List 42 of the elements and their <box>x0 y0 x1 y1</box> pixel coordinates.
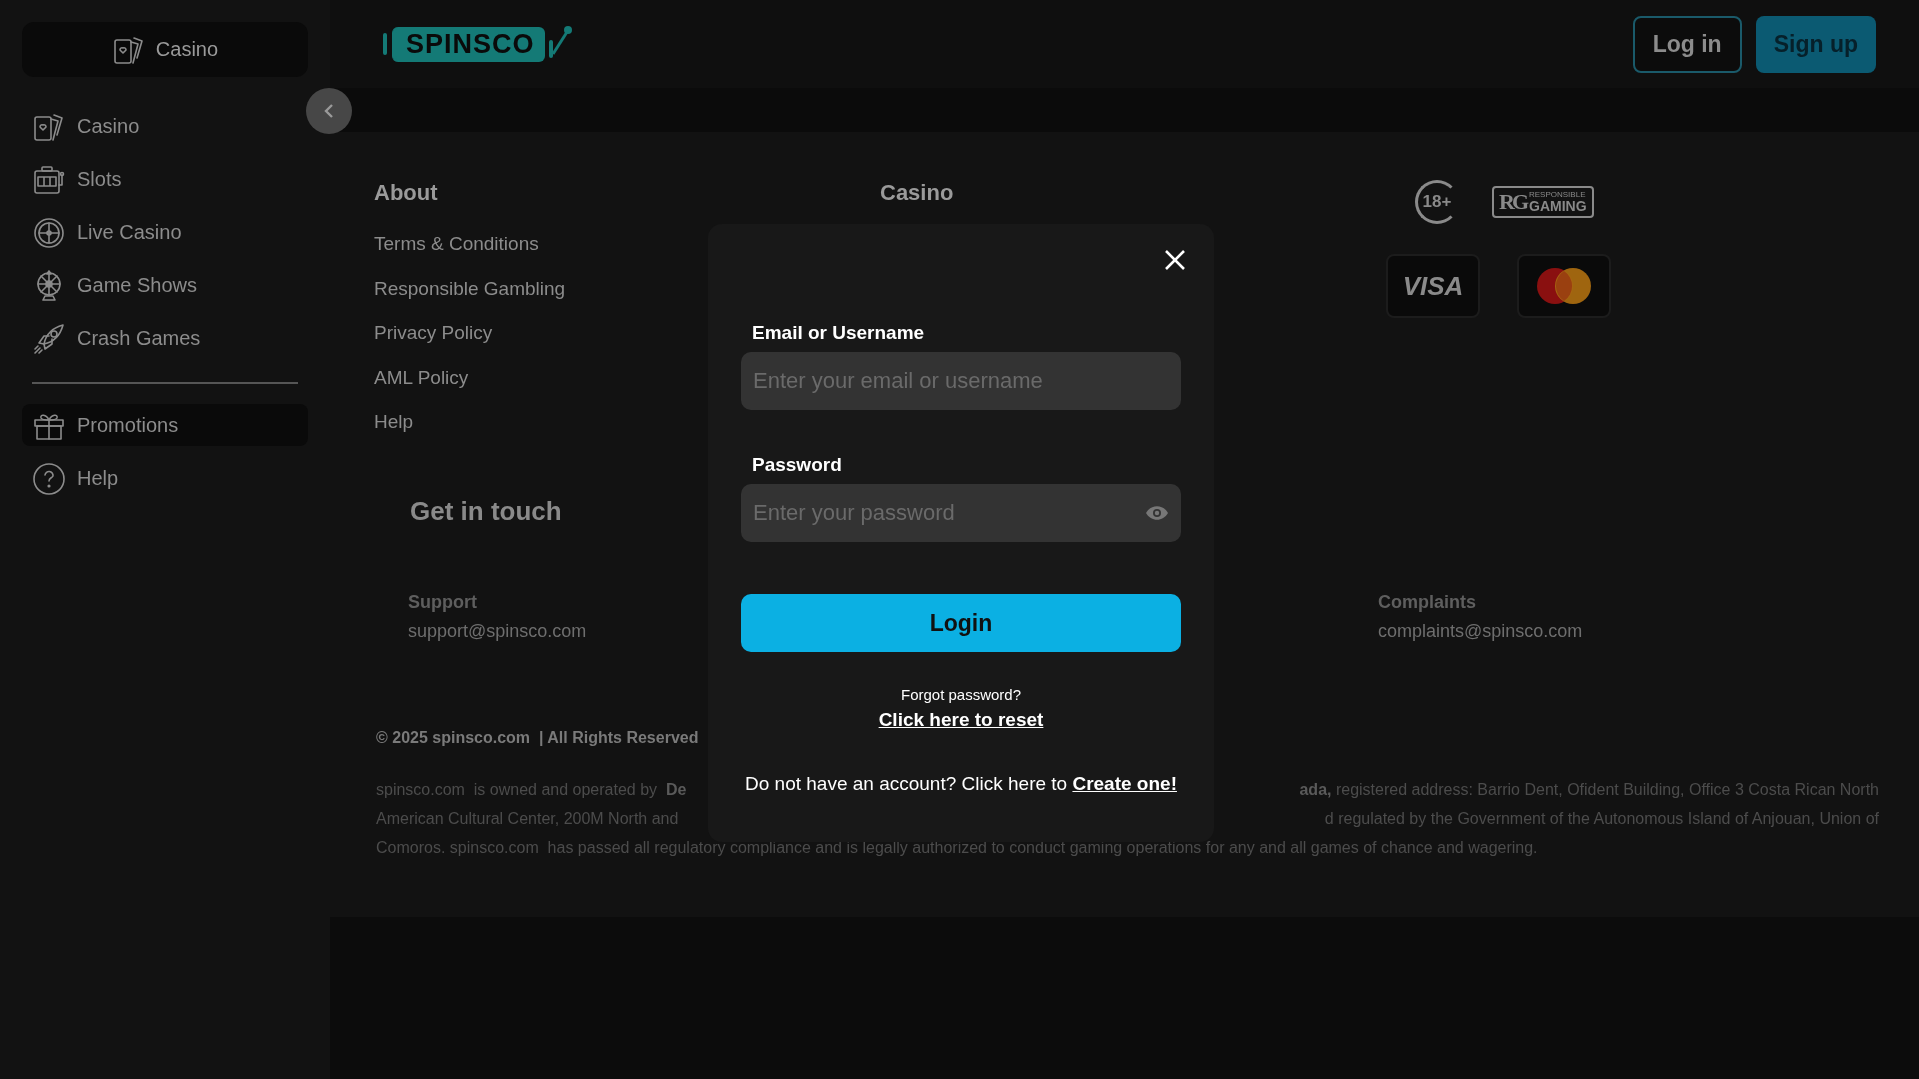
legal-text: d regulated by the Government of the Autonomous Island of Anjouan, Union of <box>1324 809 1879 829</box>
chevron-left-icon <box>323 103 335 119</box>
sidebar-item[interactable]: Help <box>22 461 308 496</box>
login-button[interactable]: Login <box>741 594 1181 652</box>
footer-link[interactable]: AML Policy <box>374 366 469 393</box>
contact-label: Support <box>408 592 477 613</box>
casino-button[interactable]: Casino <box>22 22 308 77</box>
about-heading: About <box>374 180 439 207</box>
close-button[interactable] <box>1163 248 1187 272</box>
field-label: Email or Username <box>752 322 925 344</box>
field-label: Password <box>752 454 842 476</box>
visa-card-logo: VISA <box>1386 254 1480 318</box>
roulette-wheel-icon <box>32 215 66 250</box>
help-icon <box>32 461 66 496</box>
get-in-touch-heading: Get in touch <box>410 496 562 528</box>
legal-text: American Cultural Center, 200M North and <box>376 809 679 829</box>
reset-password-link[interactable]: Click here to reset <box>878 709 1044 731</box>
signup-prompt: Do not have an account? Click here to Create one! <box>745 772 1177 796</box>
close-icon <box>1163 248 1187 272</box>
footer-link[interactable]: Terms & Conditions <box>374 233 539 259</box>
sidebar-item[interactable]: Game Shows <box>22 268 308 303</box>
sidebar-item[interactable]: Casino <box>22 109 308 144</box>
sidebar-item[interactable]: Promotions <box>22 404 308 446</box>
forgot-password-text: Forgot password? <box>900 686 1022 703</box>
sidebar-item[interactable]: Slots <box>22 162 308 197</box>
sidebar-item[interactable]: Crash Games <box>22 321 308 356</box>
contact-label: Complaints <box>1378 592 1476 613</box>
rocket-icon <box>32 321 66 356</box>
footer-link[interactable]: Help <box>374 411 414 437</box>
log-in-button[interactable]: Log in <box>1632 15 1742 73</box>
eye-icon[interactable] <box>1145 505 1169 521</box>
legal-text: Comoros. spinsco.com has passed all regulatory compliance and is legally authorized to conduct gaming operations for any and all games of chance and wagering. <box>376 838 1538 858</box>
create-account-link[interactable]: Create one! <box>1072 773 1177 794</box>
footer-link[interactable]: Responsible Gambling <box>374 277 566 304</box>
sidebar-item[interactable]: Live Casino <box>22 215 308 250</box>
email-link[interactable]: support@spinsco.com <box>408 621 587 642</box>
footer-link[interactable]: Privacy Policy <box>374 322 493 348</box>
legal-text: spinsco.com is owned and operated by De <box>376 780 687 800</box>
legal-text: ada, registered address: Barrio Dent, Ofident Building, Office 3 Costa Rican North <box>1299 780 1879 800</box>
email-link[interactable]: complaints@spinsco.com <box>1378 621 1583 642</box>
copyright-text: © 2025 spinsco.com | All Rights Reserved <box>376 729 699 747</box>
casino-heading: Casino <box>880 180 955 207</box>
